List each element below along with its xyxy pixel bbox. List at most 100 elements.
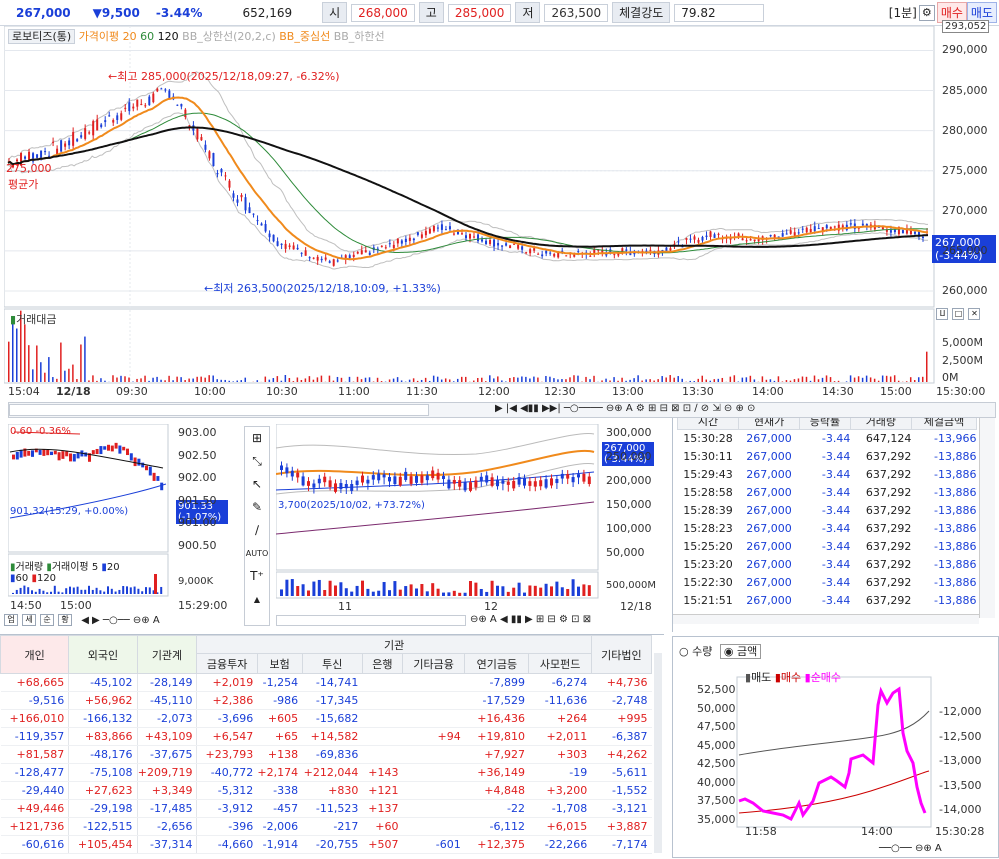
legend-bb-mid[interactable]: BB_중심선 xyxy=(279,30,330,43)
th-institution-total[interactable]: 기관계 xyxy=(137,636,197,674)
volume-bar xyxy=(633,378,635,382)
candle-body xyxy=(36,154,38,157)
candle-body xyxy=(669,248,671,250)
trade-row[interactable]: 15:25:20267,000-3.44637,292-13,886 xyxy=(678,538,977,556)
th-trust[interactable]: 투신 xyxy=(302,654,362,674)
cursor-icon[interactable]: ⤡ xyxy=(245,450,269,473)
trades-scrollbar[interactable] xyxy=(979,418,995,618)
trade-row[interactable]: 15:28:23267,000-3.44637,292-13,886 xyxy=(678,520,977,538)
volume-panel-label: ▮거래대금 xyxy=(10,311,57,327)
chart-tool-icon[interactable]: ⊞ xyxy=(245,427,269,450)
th-fin-invest[interactable]: 금융투자 xyxy=(197,654,257,674)
th-volume[interactable]: 거래량 xyxy=(850,418,911,430)
flow-cell: -122,515 xyxy=(69,818,137,836)
daily-vol-bar xyxy=(458,593,461,596)
daily-frame xyxy=(276,424,598,570)
flow-row[interactable]: -128,477-75,108+209,719-40,772+2,174+212… xyxy=(1,764,652,782)
mini-tab-3[interactable]: 황 xyxy=(58,614,72,626)
mini-tab-1[interactable]: 세 xyxy=(22,614,36,626)
candle-body xyxy=(204,145,206,150)
chart-scrollbar[interactable] xyxy=(9,404,429,416)
th-bank[interactable]: 은행 xyxy=(362,654,402,674)
trade-row[interactable]: 15:28:39267,000-3.44637,292-13,886 xyxy=(678,502,977,520)
radio-amount[interactable]: ◉ 금액 xyxy=(720,644,761,659)
panel-controls[interactable]: LI□✕ xyxy=(934,308,982,320)
volume-bar xyxy=(152,378,154,382)
pointer-icon[interactable]: ↖ xyxy=(245,473,269,496)
volume-bar xyxy=(128,378,130,382)
legend-bb-lower[interactable]: BB_하한선 xyxy=(334,30,385,43)
text-icon[interactable]: T⁺ xyxy=(245,565,269,588)
daily-toolbar[interactable]: ⊖⊕ A ◀ ▮▮ ▶ ⊞ ⊟ ⚙ ⊡ ⊠ xyxy=(276,614,662,628)
th-foreign[interactable]: 외국인 xyxy=(69,636,137,674)
pen-icon[interactable]: ✎ xyxy=(245,496,269,519)
volume-bar xyxy=(8,342,10,382)
legend-bb-upper[interactable]: BB_상한선(20,2,c) xyxy=(182,30,276,43)
daily-candle xyxy=(366,480,369,484)
th-rate[interactable]: 등락률 xyxy=(800,418,851,430)
chart-scroll-toolbar[interactable]: ▶ |◀ ◀▮▮ ▶▶| ─○──── ⊖⊕ A ⚙ ⊞ ⊟ ⊠ ⊡ ∕ ⊘ ⇲… xyxy=(8,402,996,418)
th-private-fund[interactable]: 사모펀드 xyxy=(529,654,591,674)
legend-ma-label[interactable]: 가격이평 xyxy=(79,30,119,43)
th-price[interactable]: 현재가 xyxy=(739,418,800,430)
flow-row[interactable]: +68,665-45,102-28,149+2,019-1,254-14,741… xyxy=(1,674,652,692)
th-other-corp[interactable]: 기타법인 xyxy=(591,636,651,674)
auto-icon[interactable]: AUTO xyxy=(245,542,269,565)
high-value: 285,000 xyxy=(448,4,512,22)
trade-cell: -3.44 xyxy=(800,430,851,448)
trade-row[interactable]: 15:23:20267,000-3.44637,292-13,886 xyxy=(678,556,977,574)
trade-row[interactable]: 15:28:58267,000-3.44637,292-13,886 xyxy=(678,484,977,502)
trade-row[interactable]: 15:21:51267,000-3.44637,292-13,886 xyxy=(678,592,977,610)
th-other-fin[interactable]: 기타금융 xyxy=(403,654,465,674)
th-time[interactable]: 시간 xyxy=(678,418,739,430)
flow-cell: +12,375 xyxy=(465,836,529,854)
flow-cell: +507 xyxy=(362,836,402,854)
trade-row[interactable]: 15:30:11267,000-3.44637,292-13,886 xyxy=(678,448,977,466)
candle-body xyxy=(261,224,263,226)
candle-body xyxy=(104,120,106,122)
settings-gear-icon[interactable]: ⚙ xyxy=(919,5,935,21)
candle-body xyxy=(513,244,515,245)
flow-cell: +264 xyxy=(529,710,591,728)
th-individual[interactable]: 개인 xyxy=(1,636,69,674)
daily-candle xyxy=(528,481,531,486)
volume-bar xyxy=(649,379,651,382)
flow-row[interactable]: -60,616+105,454-37,314-4,660-1,914-20,75… xyxy=(1,836,652,854)
trades-h-scrollbar[interactable] xyxy=(673,614,979,624)
trade-row[interactable]: 15:29:43267,000-3.44637,292-13,886 xyxy=(678,466,977,484)
trade-cell: -13,886 xyxy=(911,556,976,574)
trend-line-icon[interactable]: ∕ xyxy=(245,519,269,542)
flow-row[interactable]: -9,516+56,962-45,110+2,386-986-17,345-17… xyxy=(1,692,652,710)
time-tick: 11:30 xyxy=(406,385,438,398)
trade-row[interactable]: 15:22:30267,000-3.44637,292-13,886 xyxy=(678,574,977,592)
mini-tabbar[interactable]: 업세순황 ◀ ▶ ─○── ⊖⊕ A xyxy=(2,614,232,628)
flow-cell: +27,623 xyxy=(69,782,137,800)
program-zoom-controls[interactable]: ──○── ⊖⊕ A xyxy=(879,843,942,854)
interval-selector[interactable]: [1분] xyxy=(889,4,917,21)
flow-scrollbar[interactable] xyxy=(654,653,662,853)
scroll-up-icon[interactable]: ▲ xyxy=(245,588,269,611)
flow-row[interactable]: -119,357+83,866+43,109+6,547+65+14,582+9… xyxy=(1,728,652,746)
flow-row[interactable]: +166,010-166,132-2,073-3,696+605-15,682+… xyxy=(1,710,652,728)
legend-stock-name[interactable]: 로보티즈(통) xyxy=(8,29,75,44)
mini-tab-2[interactable]: 순 xyxy=(40,614,54,626)
volume-bar xyxy=(241,380,243,382)
volume-bar xyxy=(525,377,527,382)
trade-row[interactable]: 15:30:28267,000-3.44647,124-13,966 xyxy=(678,430,977,448)
drawing-toolbar[interactable]: ⊞ ⤡ ↖ ✎ ∕ AUTO T⁺ ▲ xyxy=(244,426,270,626)
daily-vol-bar xyxy=(291,579,294,596)
chart-toolbar-icons[interactable]: ▶ |◀ ◀▮▮ ▶▶| ─○──── ⊖⊕ A ⚙ ⊞ ⊟ ⊠ ⊡ ∕ ⊘ ⇲… xyxy=(495,403,755,414)
volume-bar xyxy=(273,378,275,382)
th-amount[interactable]: 체결금액 xyxy=(911,418,976,430)
volume-bar xyxy=(236,381,238,382)
intraday-chart[interactable] xyxy=(4,26,999,418)
flow-row[interactable]: +121,736-122,515-2,656-396-2,006-217+60-… xyxy=(1,818,652,836)
flow-row[interactable]: -29,440+27,623+3,349-5,312-338+830+121+4… xyxy=(1,782,652,800)
candle-body xyxy=(68,140,70,145)
flow-row[interactable]: +81,587-48,176-37,675+23,793+138-69,836+… xyxy=(1,746,652,764)
radio-qty[interactable]: ○ 수량 xyxy=(679,645,712,658)
flow-row[interactable]: +49,446-29,198-17,485-3,912-457-11,523+1… xyxy=(1,800,652,818)
th-pension[interactable]: 연기금등 xyxy=(465,654,529,674)
th-insurance[interactable]: 보험 xyxy=(257,654,302,674)
mini-tab-0[interactable]: 업 xyxy=(4,614,18,626)
